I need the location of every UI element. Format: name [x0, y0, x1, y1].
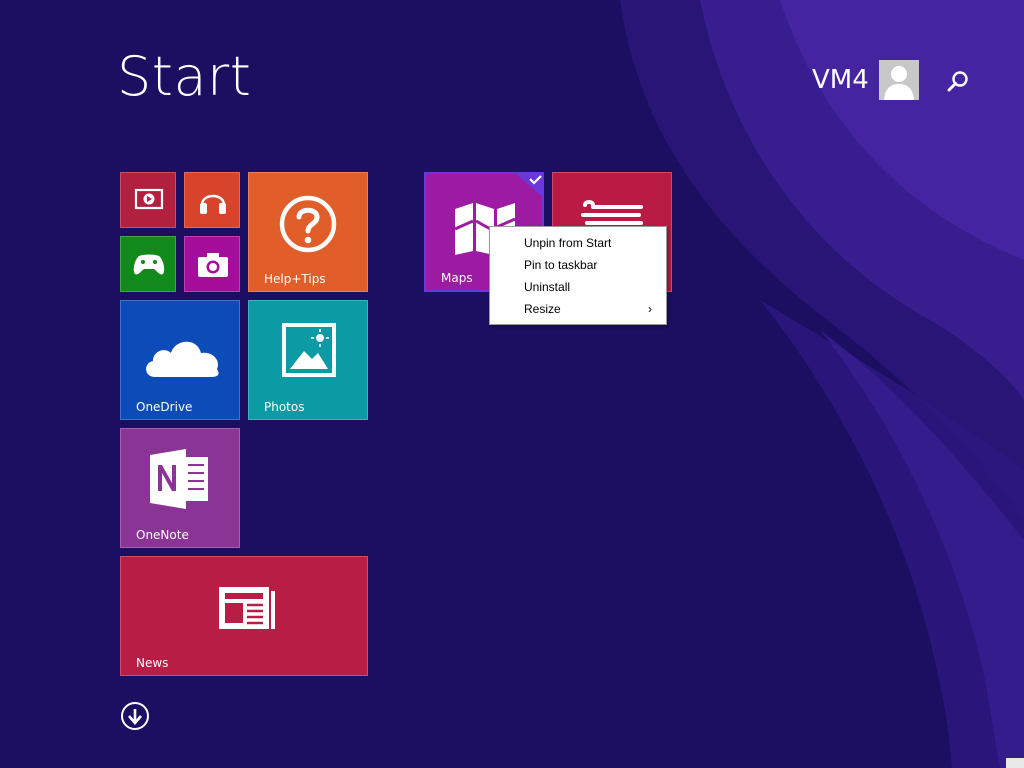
tile-label: Photos	[264, 400, 305, 414]
tile-label: OneNote	[136, 528, 189, 542]
onenote-icon	[150, 449, 208, 509]
tile-video[interactable]	[120, 172, 176, 228]
user-icon[interactable]	[878, 60, 919, 100]
selected-check-icon	[514, 172, 544, 198]
cloud-icon	[146, 341, 219, 377]
tile-label: Help+Tips	[264, 272, 326, 286]
chevron-right-icon: ›	[648, 302, 652, 316]
tile-onenote[interactable]: OneNote	[120, 428, 240, 548]
user-account[interactable]: VM4	[812, 60, 919, 100]
photo-icon	[282, 323, 336, 377]
zoom-corner-button[interactable]	[1006, 758, 1024, 768]
menu-item-unpin-from-start[interactable]: Unpin from Start	[490, 232, 666, 254]
tile-help-tips[interactable]: Help+Tips	[248, 172, 368, 292]
search-icon[interactable]	[944, 68, 972, 96]
arrow-down-circle-icon[interactable]	[120, 701, 150, 731]
menu-item-pin-to-taskbar[interactable]: Pin to taskbar	[490, 254, 666, 276]
menu-item-uninstall[interactable]: Uninstall	[490, 276, 666, 298]
start-title: Start	[117, 45, 252, 108]
user-name: VM4	[812, 65, 869, 95]
tile-music[interactable]	[184, 172, 240, 228]
tile-camera[interactable]	[184, 236, 240, 292]
tile-label: Maps	[441, 271, 473, 285]
menu-item-label: Unpin from Start	[524, 236, 612, 250]
newspaper-icon	[219, 587, 275, 629]
context-menu: Unpin from Start Pin to taskbar Uninstal…	[489, 226, 667, 325]
menu-item-resize[interactable]: Resize ›	[490, 298, 666, 320]
question-icon	[279, 195, 337, 253]
xbox-controller-icon	[133, 254, 165, 275]
video-icon	[134, 188, 164, 210]
menu-item-label: Pin to taskbar	[524, 258, 598, 272]
camera-icon	[198, 253, 228, 277]
menu-item-label: Resize	[524, 302, 561, 316]
tile-onedrive[interactable]: OneDrive	[120, 300, 240, 420]
wind-icon	[581, 200, 643, 225]
menu-item-label: Uninstall	[524, 280, 571, 294]
headphones-icon	[200, 194, 226, 214]
tile-news[interactable]: News	[120, 556, 368, 676]
tile-photos[interactable]: Photos	[248, 300, 368, 420]
tile-label: News	[136, 656, 169, 670]
tile-label: OneDrive	[136, 400, 193, 414]
tile-games[interactable]	[120, 236, 176, 292]
